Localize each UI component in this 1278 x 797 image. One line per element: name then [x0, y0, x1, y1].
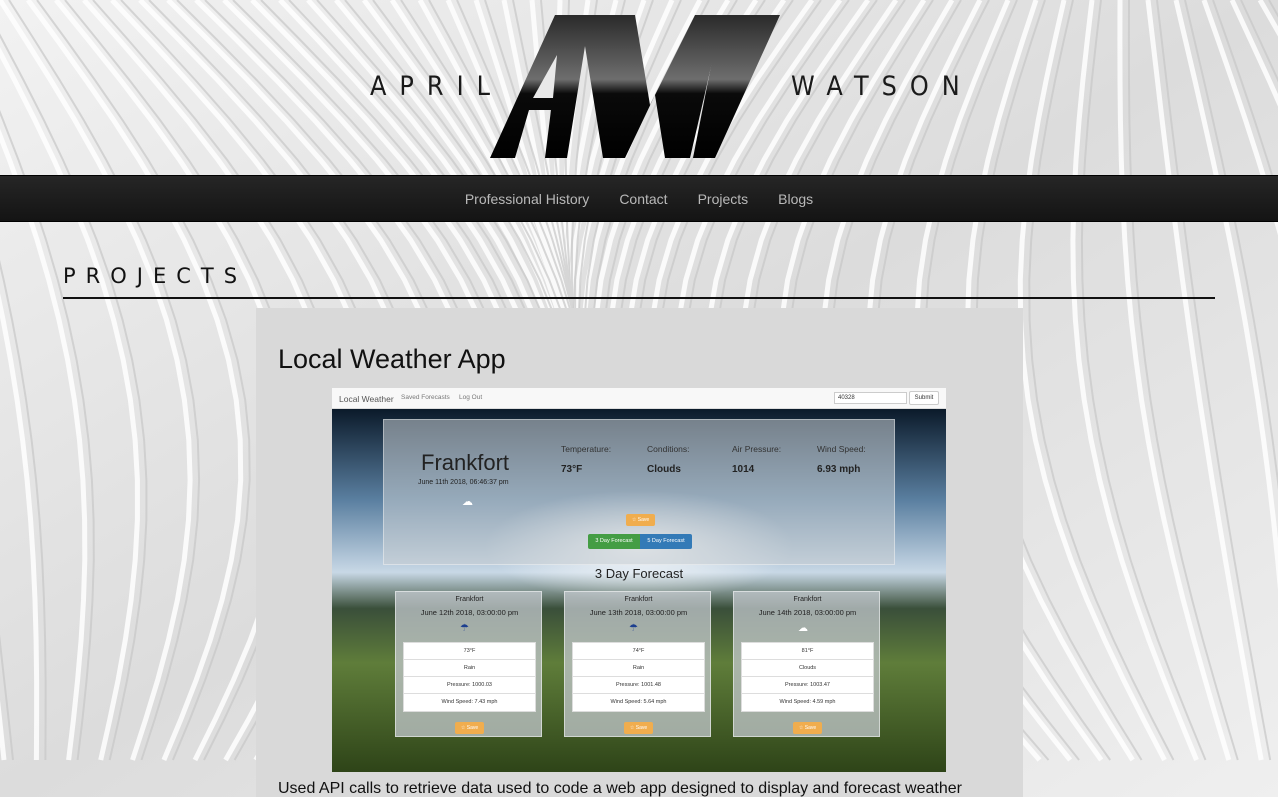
forecast-date: June 14th 2018, 03:00:00 pm: [758, 608, 857, 617]
forecast-details: 74°F Rain Pressure: 1001.48 Wind Speed: …: [572, 642, 705, 712]
metric-value: 73°F: [561, 464, 583, 475]
forecast-temp: 81°F: [742, 643, 873, 660]
screenshot-submit-button: Submit: [909, 391, 939, 405]
metric-label: Conditions:: [647, 444, 690, 454]
cloud-icon: ☁: [798, 623, 808, 634]
forecast-card: Frankfort June 13th 2018, 03:00:00 pm ☂ …: [564, 591, 711, 737]
metric-label: Temperature:: [561, 444, 612, 454]
main-navbar: Professional History Contact Projects Bl…: [0, 175, 1278, 222]
nav-professional-history[interactable]: Professional History: [450, 191, 605, 207]
forecast-card: Frankfort June 14th 2018, 03:00:00 pm ☁ …: [733, 591, 880, 737]
cloud-icon: ☁: [462, 496, 473, 508]
screenshot-forecast-heading: 3 Day Forecast: [594, 566, 684, 581]
forecast-wind: Wind Speed: 4.59 mph: [779, 699, 836, 705]
forecast-city: Frankfort: [624, 596, 653, 603]
forecast-save-button: ☆ Save: [624, 722, 653, 734]
project-description: Used API calls to retrieve data used to …: [278, 780, 962, 797]
forecast-details: 73°F Rain Pressure: 1000.03 Wind Speed: …: [403, 642, 536, 712]
screenshot-brand: Local Weather: [339, 394, 394, 404]
forecast-pressure: Pressure: 1003.47: [742, 677, 873, 694]
rain-icon: ☂: [629, 623, 638, 634]
forecast-condition: Clouds: [742, 660, 873, 677]
metric-value: Clouds: [647, 464, 681, 475]
site-header: APRIL WATSON: [0, 0, 1278, 175]
forecast-condition: Rain: [404, 660, 535, 677]
forecast-pressure: Pressure: 1000.03: [404, 677, 535, 694]
forecast-card: Frankfort June 12th 2018, 03:00:00 pm ☂ …: [395, 591, 542, 737]
forecast-save-button: ☆ Save: [455, 722, 484, 734]
forecast-temp: 74°F: [573, 643, 704, 660]
forecast-wind: Wind Speed: 5.64 mph: [610, 699, 667, 705]
project-screenshot[interactable]: Local Weather Saved Forecasts Log Out 40…: [332, 388, 946, 772]
forecast-details: 81°F Clouds Pressure: 1003.47 Wind Speed…: [741, 642, 874, 712]
forecast-temp: 73°F: [404, 643, 535, 660]
section-title: PROJECTS: [63, 264, 248, 288]
metric-value: 1014: [732, 464, 755, 475]
logo-first-name: APRIL: [370, 70, 504, 102]
screenshot-current-weather: Frankfort June 11th 2018, 06:46:37 pm ☁ …: [383, 419, 895, 565]
screenshot-3day-button: 3 Day Forecast: [588, 534, 640, 549]
screenshot-navbar: Local Weather Saved Forecasts Log Out 40…: [332, 388, 946, 409]
screenshot-link-saved: Saved Forecasts: [401, 394, 450, 401]
nav-projects[interactable]: Projects: [683, 191, 764, 207]
logo-monogram[interactable]: [485, 10, 785, 165]
forecast-city: Frankfort: [455, 596, 484, 603]
forecast-pressure: Pressure: 1001.48: [573, 677, 704, 694]
forecast-city: Frankfort: [793, 596, 822, 603]
logo-last-name: WATSON: [791, 70, 973, 102]
metric-label: Wind Speed:: [817, 444, 866, 454]
screenshot-link-logout: Log Out: [459, 394, 483, 401]
project-title: Local Weather App: [278, 344, 506, 374]
forecast-save-button: ☆ Save: [793, 722, 822, 734]
forecast-date: June 13th 2018, 03:00:00 pm: [589, 608, 688, 617]
nav-contact[interactable]: Contact: [604, 191, 682, 207]
project-card: Local Weather App Local Weather Saved Fo…: [256, 308, 1023, 797]
screenshot-save-button: ☆ Save: [626, 514, 655, 526]
screenshot-search-input: 40328: [834, 392, 907, 404]
rain-icon: ☂: [460, 623, 469, 634]
forecast-condition: Rain: [573, 660, 704, 677]
screenshot-5day-button: 5 Day Forecast: [640, 534, 692, 549]
forecast-wind: Wind Speed: 7.43 mph: [441, 699, 498, 705]
screenshot-date: June 11th 2018, 06:46:37 pm: [418, 479, 509, 486]
section-divider: [63, 297, 1215, 299]
metric-label: Air Pressure:: [732, 444, 782, 454]
nav-blogs[interactable]: Blogs: [763, 191, 828, 207]
screenshot-city: Frankfort: [421, 450, 510, 475]
metric-value: 6.93 mph: [817, 464, 861, 475]
forecast-date: June 12th 2018, 03:00:00 pm: [420, 608, 519, 617]
